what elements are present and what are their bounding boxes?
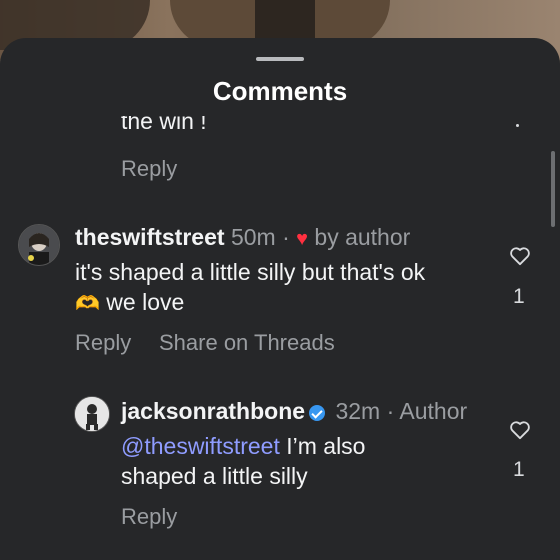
drag-handle-icon[interactable] <box>256 57 304 61</box>
timestamp: 32m <box>335 398 381 424</box>
comment-text-partial: the win ! <box>121 116 207 134</box>
like-count: 1 <box>513 285 525 308</box>
reply-button[interactable]: Reply <box>121 504 177 530</box>
heart-outline-icon[interactable] <box>509 420 531 440</box>
avatar[interactable] <box>74 396 110 432</box>
comment-meta: jacksonrathbone 32m · Author <box>121 398 467 425</box>
avatar[interactable] <box>18 224 60 266</box>
comment-text: it's shaped a little silly but that's ok <box>75 259 426 285</box>
username[interactable]: theswiftstreet <box>75 224 225 250</box>
more-options-icon[interactable] <box>516 124 519 127</box>
liked-by-author: by author <box>314 224 411 250</box>
emoji: 🫶 <box>75 293 100 315</box>
mention-link[interactable]: @theswiftstreet <box>121 433 280 459</box>
reply-button[interactable]: Reply <box>75 330 131 356</box>
like-count: 1 <box>513 458 525 481</box>
author-label: Author <box>399 398 468 424</box>
scrollbar[interactable] <box>551 151 555 227</box>
sheet-title: Comments <box>212 76 348 106</box>
comment-text-line2: shaped a little silly <box>121 463 308 489</box>
timestamp: 50m <box>230 224 276 250</box>
username[interactable]: jacksonrathbone <box>121 398 305 424</box>
comment-text-line2: 🫶 we love <box>75 289 185 315</box>
comments-sheet: Comments the win ! Reply theswiftstreet … <box>0 38 560 560</box>
separator: · <box>282 224 290 250</box>
heart-outline-icon[interactable] <box>509 246 531 266</box>
share-on-threads-button[interactable]: Share on Threads <box>159 330 335 356</box>
comment-text: @theswiftstreet I’m also <box>121 433 366 459</box>
reply-button[interactable]: Reply <box>121 156 177 182</box>
red-heart-icon: ♥ <box>296 228 309 250</box>
verified-badge-icon <box>309 404 326 421</box>
comment-meta: theswiftstreet 50m · ♥ by author <box>75 224 410 251</box>
separator: · <box>386 398 395 424</box>
